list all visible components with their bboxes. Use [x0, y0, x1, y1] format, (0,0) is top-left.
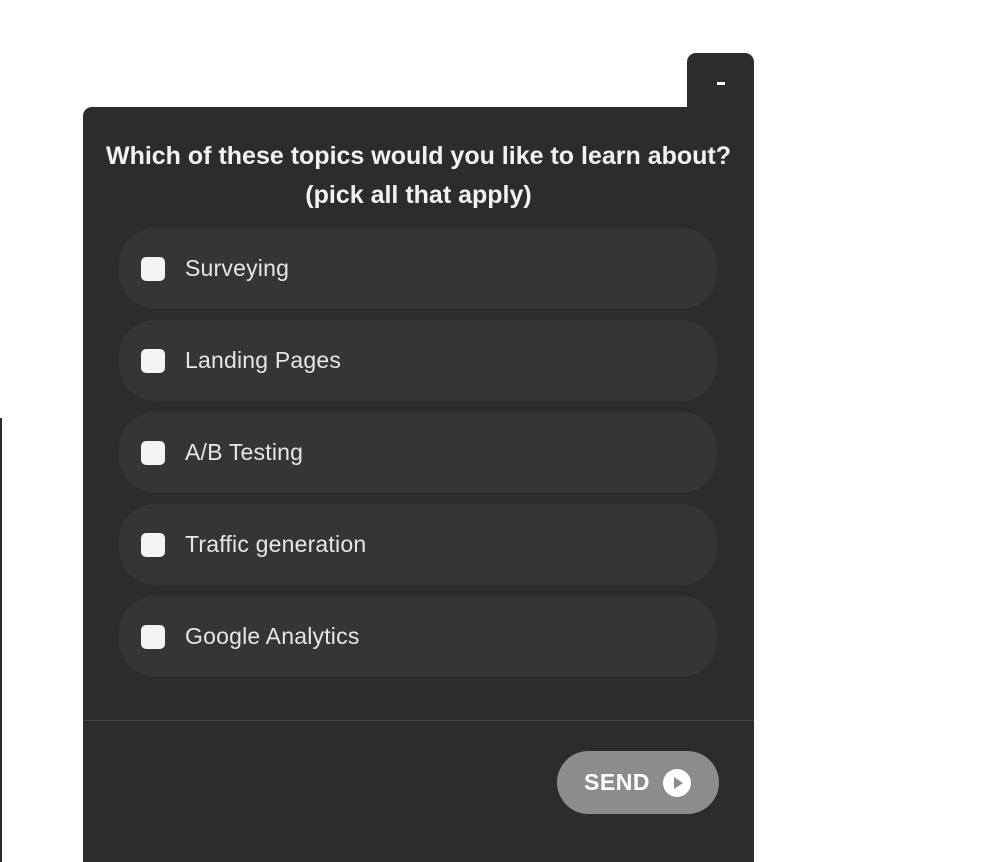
checkbox[interactable] — [141, 348, 165, 373]
checkbox[interactable] — [141, 256, 165, 281]
option-google-analytics[interactable]: Google Analytics — [119, 596, 717, 677]
option-surveying[interactable]: Surveying — [119, 228, 717, 309]
option-ab-testing[interactable]: A/B Testing — [119, 412, 717, 493]
option-label: Landing Pages — [185, 347, 342, 373]
checkbox[interactable] — [141, 532, 165, 557]
option-traffic-generation[interactable]: Traffic generation — [119, 504, 717, 585]
send-button[interactable]: SEND — [557, 751, 719, 814]
play-circle-icon — [662, 768, 691, 797]
send-label: SEND — [584, 769, 650, 795]
page: Which of these topics would you like to … — [0, 0, 982, 862]
survey-question: Which of these topics would you like to … — [105, 142, 732, 209]
option-label: A/B Testing — [185, 439, 304, 465]
survey-widget: Which of these topics would you like to … — [83, 107, 754, 862]
option-label: Surveying — [185, 255, 290, 281]
option-label: Google Analytics — [185, 623, 360, 649]
checkbox[interactable] — [141, 440, 165, 465]
options-list: Surveying Landing Pages A/B Testing Traf… — [119, 228, 717, 688]
footer-divider — [83, 720, 754, 721]
checkbox[interactable] — [141, 624, 165, 649]
minimize-icon — [717, 82, 725, 85]
option-landing-pages[interactable]: Landing Pages — [119, 320, 717, 401]
option-label: Traffic generation — [185, 531, 367, 557]
page-edge-divider — [0, 418, 2, 862]
